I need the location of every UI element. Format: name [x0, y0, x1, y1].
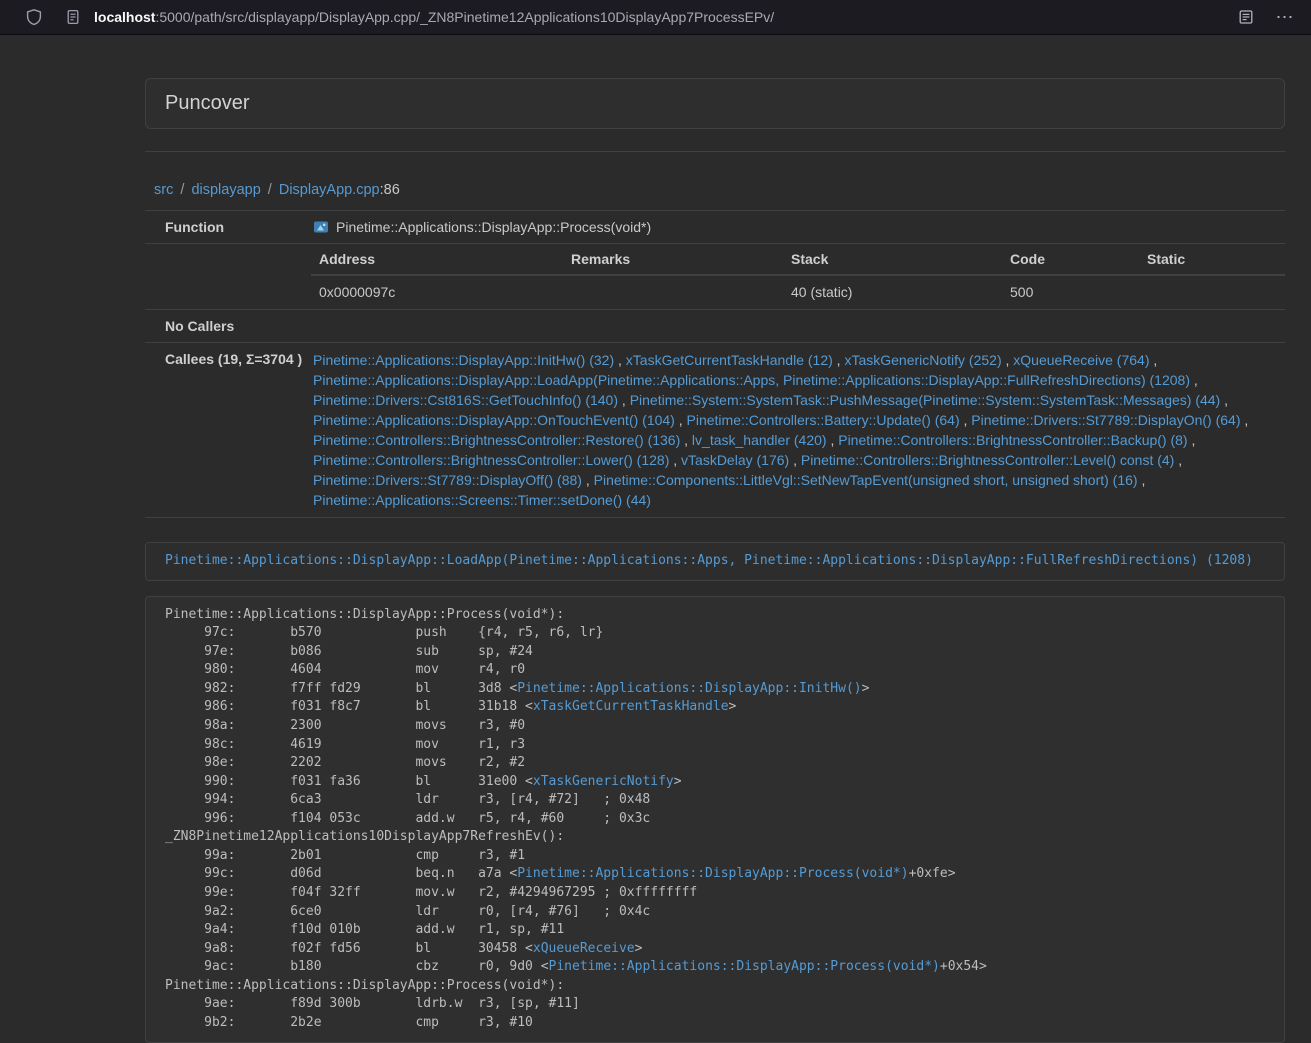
callee-separator: ,	[833, 352, 845, 368]
col-static: Static	[1139, 244, 1285, 275]
callee-link[interactable]: xQueueReceive (764)	[1013, 352, 1149, 368]
code-size-value: 500	[1002, 275, 1139, 309]
callees-row: Callees (19, Σ=3704 ) Pinetime::Applicat…	[145, 343, 1285, 518]
callee-separator: ,	[1174, 452, 1182, 468]
callee-link[interactable]: Pinetime::Controllers::BrightnessControl…	[313, 432, 680, 448]
callee-link[interactable]: Pinetime::Applications::DisplayApp::Init…	[313, 352, 614, 368]
col-address: Address	[311, 244, 563, 275]
page-container: Puncover src / displayapp / DisplayApp.c…	[145, 78, 1285, 1043]
callee-separator: ,	[1241, 412, 1249, 428]
callee-separator: ,	[582, 472, 594, 488]
callee-link[interactable]: Pinetime::Drivers::St7789::DisplayOn() (…	[971, 412, 1240, 428]
callee-link[interactable]: vTaskDelay (176)	[681, 452, 789, 468]
divider	[145, 151, 1285, 152]
callee-link[interactable]: Pinetime::Controllers::BrightnessControl…	[313, 452, 669, 468]
callee-separator: ,	[1138, 472, 1146, 488]
callee-separator: ,	[675, 412, 687, 428]
stats-table: Address Remarks Stack Code Static 0x0000…	[311, 244, 1285, 309]
callee-separator: ,	[1149, 352, 1157, 368]
page-title-box: Puncover	[145, 78, 1285, 129]
callee-separator: ,	[1190, 372, 1198, 388]
url-bar[interactable]: localhost:5000/path/src/displayapp/Displ…	[61, 5, 1219, 29]
disassembly: Pinetime::Applications::DisplayApp::Proc…	[145, 596, 1285, 1043]
function-row-label: Function	[145, 211, 305, 244]
breadcrumb-link[interactable]: src	[154, 182, 173, 198]
callee-separator: ,	[618, 392, 630, 408]
browser-chrome: localhost:5000/path/src/displayapp/Displ…	[0, 0, 1311, 35]
static-value	[1139, 275, 1285, 309]
breadcrumb-line-number: :86	[380, 182, 400, 198]
col-stack: Stack	[783, 244, 1002, 275]
callee-separator: ,	[960, 412, 972, 428]
callee-link[interactable]: Pinetime::Controllers::BrightnessControl…	[801, 452, 1174, 468]
stats-row-container: Address Remarks Stack Code Static 0x0000…	[145, 244, 1285, 310]
callee-separator: ,	[614, 352, 626, 368]
callee-separator: ,	[1188, 432, 1196, 448]
page-icon[interactable]	[61, 5, 85, 29]
function-row: Function Pinetime::Applications::Display…	[145, 211, 1285, 244]
col-code: Code	[1002, 244, 1139, 275]
callee-link[interactable]: xTaskGenericNotify (252)	[844, 352, 1001, 368]
code-symbol-link[interactable]: xTaskGenericNotify	[533, 774, 674, 789]
function-name: Pinetime::Applications::DisplayApp::Proc…	[336, 218, 651, 236]
code-symbol-link[interactable]: Pinetime::Applications::DisplayApp::Proc…	[517, 866, 908, 881]
selected-callee-link[interactable]: Pinetime::Applications::DisplayApp::Load…	[165, 553, 1253, 568]
callee-link[interactable]: Pinetime::System::SystemTask::PushMessag…	[630, 392, 1221, 408]
callee-link[interactable]: Pinetime::Applications::DisplayApp::OnTo…	[313, 412, 675, 428]
callee-separator: ,	[789, 452, 801, 468]
callees-label: Callees (19, Σ=3704 )	[145, 343, 305, 518]
callee-separator: ,	[1220, 392, 1228, 408]
address-value: 0x0000097c	[311, 275, 563, 309]
stack-value: 40 (static)	[783, 275, 1002, 309]
col-remarks: Remarks	[563, 244, 783, 275]
callee-link[interactable]: Pinetime::Applications::Screens::Timer::…	[313, 492, 651, 508]
callee-link[interactable]: lv_task_handler (420)	[692, 432, 827, 448]
no-callers-row: No Callers	[145, 310, 1285, 343]
menu-icon[interactable]: ⋯	[1273, 5, 1297, 29]
callee-separator: ,	[1002, 352, 1014, 368]
url-path: :5000/path/src/displayapp/DisplayApp.cpp…	[155, 9, 774, 25]
callee-link[interactable]: Pinetime::Components::LittleVgl::SetNewT…	[594, 472, 1138, 488]
reader-view-icon[interactable]	[1234, 5, 1258, 29]
remarks-value	[563, 275, 783, 309]
code-symbol-link[interactable]: Pinetime::Applications::DisplayApp::Init…	[517, 681, 861, 696]
callee-separator: ,	[827, 432, 839, 448]
page-title: Puncover	[165, 92, 1265, 115]
stats-header-row: Address Remarks Stack Code Static	[311, 244, 1285, 275]
breadcrumb-link[interactable]: displayapp	[191, 182, 260, 198]
callee-link[interactable]: Pinetime::Controllers::BrightnessControl…	[838, 432, 1187, 448]
callee-link[interactable]: xTaskGetCurrentTaskHandle (12)	[626, 352, 833, 368]
breadcrumb-link[interactable]: DisplayApp.cpp	[279, 182, 380, 198]
callee-link[interactable]: Pinetime::Controllers::Battery::Update()…	[687, 412, 960, 428]
function-icon	[313, 219, 329, 235]
breadcrumb: src / displayapp / DisplayApp.cpp:86	[145, 172, 1285, 208]
url-text: localhost:5000/path/src/displayapp/Displ…	[94, 9, 774, 25]
callees-list: Pinetime::Applications::DisplayApp::Init…	[313, 350, 1277, 510]
code-symbol-link[interactable]: xTaskGetCurrentTaskHandle	[533, 699, 729, 714]
callee-link[interactable]: Pinetime::Drivers::St7789::DisplayOff() …	[313, 472, 582, 488]
callee-link[interactable]: Pinetime::Drivers::Cst816S::GetTouchInfo…	[313, 392, 618, 408]
callee-link[interactable]: Pinetime::Applications::DisplayApp::Load…	[313, 372, 1190, 388]
breadcrumb-separator: /	[261, 182, 279, 198]
callee-separator: ,	[669, 452, 681, 468]
callee-separator: ,	[680, 432, 692, 448]
url-host: localhost	[94, 9, 155, 25]
stats-values-row: 0x0000097c 40 (static) 500	[311, 275, 1285, 309]
breadcrumb-separator: /	[173, 182, 191, 198]
code-symbol-link[interactable]: Pinetime::Applications::DisplayApp::Proc…	[549, 959, 940, 974]
function-table: Function Pinetime::Applications::Display…	[145, 210, 1285, 518]
code-symbol-link[interactable]: xQueueReceive	[533, 941, 635, 956]
selected-callee-box: Pinetime::Applications::DisplayApp::Load…	[145, 542, 1285, 581]
shield-icon[interactable]	[22, 5, 46, 29]
no-callers-label: No Callers	[145, 310, 305, 343]
